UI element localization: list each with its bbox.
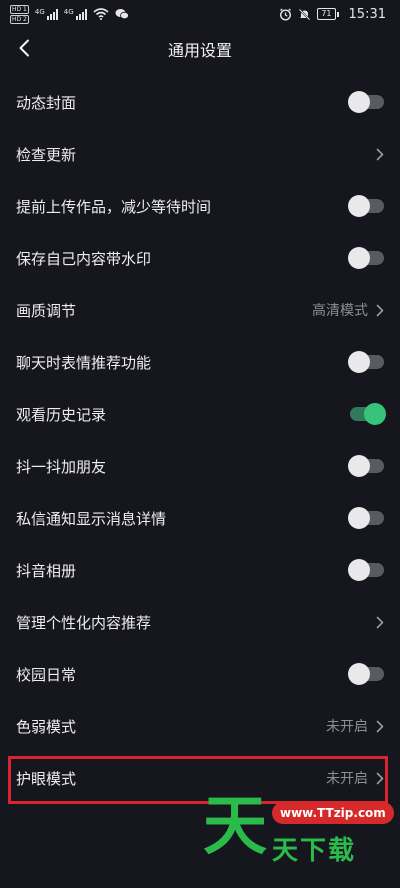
settings-row-control <box>348 663 384 685</box>
hd-2-icon: HD 2 <box>10 14 29 24</box>
watermark-logo: 天 <box>203 790 267 860</box>
settings-row[interactable]: 管理个性化内容推荐 <box>0 596 400 648</box>
watermark: 天 www.TTzip.com 天下载 <box>200 790 394 870</box>
chevron-right-icon <box>376 304 384 316</box>
settings-row[interactable]: 画质调节 高清模式 <box>0 284 400 336</box>
settings-toggle[interactable] <box>348 559 384 581</box>
settings-row-control <box>376 148 384 161</box>
settings-toggle[interactable] <box>348 247 384 269</box>
settings-row-value: 高清模式 <box>312 303 368 319</box>
settings-row-label: 管理个性化内容推荐 <box>16 613 152 632</box>
settings-row-control <box>376 616 384 629</box>
settings-row-label: 提前上传作品，减少等待时间 <box>16 197 212 216</box>
settings-row-label: 保存自己内容带水印 <box>16 249 152 268</box>
settings-toggle[interactable] <box>348 455 384 477</box>
settings-row-control <box>350 403 386 425</box>
status-time: 15:31 <box>348 6 386 22</box>
settings-list: 动态封面检查更新提前上传作品，减少等待时间 保存自己内容带水印 画质调节 高清模式聊天… <box>0 76 400 804</box>
mute-icon <box>299 8 311 20</box>
settings-toggle[interactable] <box>348 351 384 373</box>
settings-row-control <box>348 351 384 373</box>
chevron-right-icon-wrap <box>376 772 384 785</box>
signal-2-icon: 4G <box>64 8 87 20</box>
watermark-url: www.TTzip.com <box>272 802 394 824</box>
hd-1-icon: HD 1 <box>10 4 29 14</box>
battery-level: 71 <box>317 8 336 20</box>
settings-row[interactable]: 抖音相册 <box>0 544 400 596</box>
settings-row-control: 未开启 <box>326 768 384 788</box>
status-bar: HD 1 HD 2 4G 4G 71 15:31 <box>0 0 400 28</box>
settings-row-label: 检查更新 <box>16 145 77 164</box>
settings-row-label: 校园日常 <box>16 665 77 684</box>
settings-row-label: 私信通知显示消息详情 <box>16 509 167 528</box>
settings-row-control <box>348 507 384 529</box>
chevron-right-icon <box>376 148 384 160</box>
settings-toggle[interactable] <box>348 663 384 685</box>
settings-row-control <box>348 91 384 113</box>
toggle-knob <box>348 91 370 113</box>
battery-icon: 71 <box>317 8 339 20</box>
settings-row-control <box>348 195 384 217</box>
toggle-knob <box>348 455 370 477</box>
settings-row-control <box>348 559 384 581</box>
chevron-right-icon-wrap <box>376 616 384 629</box>
status-right: 71 15:31 <box>279 7 386 22</box>
network-type-1: 4G <box>34 8 45 16</box>
toggle-knob <box>348 663 370 685</box>
alarm-icon <box>280 8 292 21</box>
settings-toggle[interactable] <box>348 91 384 113</box>
page-title: 通用设置 <box>167 41 232 60</box>
wechat-icon <box>115 9 129 20</box>
chevron-right-icon <box>376 616 384 628</box>
settings-row-label: 抖音相册 <box>16 561 77 580</box>
chevron-right-icon-wrap <box>376 148 384 161</box>
toggle-knob <box>348 507 370 529</box>
watermark-tagline: 天下载 <box>272 836 357 866</box>
settings-toggle[interactable] <box>348 507 384 529</box>
settings-row[interactable]: 私信通知显示消息详情 <box>0 492 400 544</box>
watermark-glyph: 天 <box>203 790 267 860</box>
settings-row-label: 护眼模式 <box>16 769 77 788</box>
settings-row[interactable]: 观看历史记录 <box>0 388 400 440</box>
signal-1-icon: 4G <box>35 8 58 20</box>
toggle-knob <box>348 351 370 373</box>
wifi-icon <box>93 8 109 20</box>
toggle-knob <box>364 403 386 425</box>
settings-row[interactable]: 提前上传作品，减少等待时间 <box>0 180 400 232</box>
chevron-right-icon-wrap <box>376 720 384 733</box>
settings-row-control: 未开启 <box>326 716 384 736</box>
chevron-right-icon <box>376 772 384 784</box>
back-button[interactable] <box>10 34 38 62</box>
settings-row-value: 未开启 <box>326 719 368 735</box>
toggle-knob <box>348 247 370 269</box>
settings-toggle[interactable] <box>350 403 386 425</box>
network-type-2: 4G <box>63 8 74 16</box>
settings-row-label: 色弱模式 <box>16 717 77 736</box>
settings-row[interactable]: 动态封面 <box>0 76 400 128</box>
settings-row-control <box>348 455 384 477</box>
settings-row[interactable]: 聊天时表情推荐功能 <box>0 336 400 388</box>
toggle-knob <box>348 559 370 581</box>
settings-row[interactable]: 色弱模式 未开启 <box>0 700 400 752</box>
settings-row[interactable]: 抖一抖加朋友 <box>0 440 400 492</box>
settings-row-label: 画质调节 <box>16 301 77 320</box>
settings-row-value: 未开启 <box>326 771 368 787</box>
settings-row[interactable]: 校园日常 <box>0 648 400 700</box>
chevron-right-icon <box>376 720 384 732</box>
hd-indicators: HD 1 HD 2 <box>10 4 29 24</box>
settings-row[interactable]: 检查更新 <box>0 128 400 180</box>
settings-row-label: 抖一抖加朋友 <box>16 457 107 476</box>
chevron-left-icon <box>19 39 29 57</box>
settings-row-control: 高清模式 <box>312 300 384 320</box>
settings-row-label: 观看历史记录 <box>16 405 107 424</box>
settings-toggle[interactable] <box>348 195 384 217</box>
chevron-right-icon-wrap <box>376 304 384 317</box>
toggle-knob <box>348 195 370 217</box>
settings-row-control <box>348 247 384 269</box>
settings-row-label: 聊天时表情推荐功能 <box>16 353 152 372</box>
status-left: HD 1 HD 2 4G 4G <box>10 4 129 24</box>
nav-bar: 通用设置 <box>0 28 400 70</box>
settings-row-label: 动态封面 <box>16 93 77 112</box>
settings-row[interactable]: 保存自己内容带水印 <box>0 232 400 284</box>
